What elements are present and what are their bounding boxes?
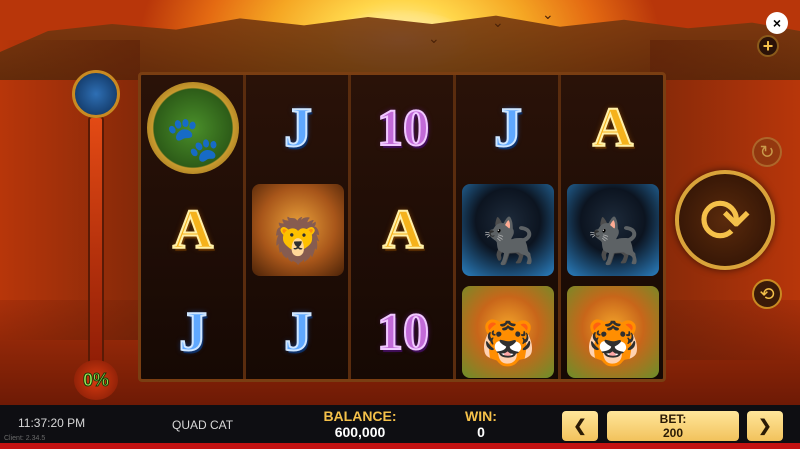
bet-decrease-button[interactable]: ❮ [562, 411, 598, 441]
reel-divider [348, 75, 351, 379]
reel-2-row-1-symbol: J [248, 79, 348, 177]
reel-3-row-2-symbol: A [353, 181, 453, 279]
autoplay-button[interactable]: ↻ [752, 137, 782, 167]
reel-3-row-1-symbol: 10 [353, 79, 453, 177]
panther-head-icon [72, 70, 120, 118]
symbol-t-label: 10 [376, 99, 430, 158]
reel-4-row-1-symbol: J [458, 79, 558, 177]
spin-button[interactable]: ⟳ [675, 170, 775, 270]
close-button[interactable]: × [766, 12, 788, 34]
client-version: Client: 2.34.5 [4, 435, 46, 442]
balance-display: BALANCE: 600,000 [318, 408, 402, 440]
bet-value: 200 [662, 426, 684, 440]
tiger-icon: 🐯 [462, 286, 554, 378]
win-label: WIN: [465, 408, 497, 424]
symbol-a-label: A [172, 198, 214, 262]
bottom-bar-accent [0, 443, 800, 449]
reel-grid: 🐾 A J J 🦁 J 10 A 10 J 🐈‍⬛ 🐯 A 🐈‍⬛ 🐯 [138, 72, 666, 382]
reel-4-row-3-symbol: 🐯 [458, 283, 558, 381]
paw-scatter-icon: 🐾 [147, 82, 239, 174]
symbol-t-label: 10 [376, 303, 430, 362]
bet-increase-button[interactable]: ❯ [747, 411, 783, 441]
symbol-j-label: J [178, 300, 208, 364]
panther-icon: 🐈‍⬛ [462, 184, 554, 276]
reel-2-row-3-symbol: J [248, 283, 348, 381]
game-title: QUAD CAT [172, 418, 234, 432]
reel-divider [558, 75, 561, 379]
tiger-icon: 🐯 [567, 286, 659, 378]
symbol-a-label: A [382, 198, 424, 262]
bet-display[interactable]: BET: 200 [607, 411, 739, 441]
symbol-j-label: J [493, 96, 523, 160]
balance-label: BALANCE: [323, 408, 397, 424]
bird-icon: ⌄ [428, 30, 440, 46]
menu-plus-button[interactable]: + [757, 35, 779, 57]
bird-icon: ⌄ [492, 14, 504, 30]
win-display: WIN: 0 [454, 408, 508, 440]
feature-meter: 0% [72, 70, 120, 400]
symbol-j-label: J [283, 96, 313, 160]
bird-icon: ⌄ [542, 6, 554, 22]
reel-5-row-2-symbol: 🐈‍⬛ [563, 181, 663, 279]
symbol-a-label: A [592, 96, 634, 160]
reel-divider [453, 75, 456, 379]
meter-percent: 0% [74, 360, 118, 400]
win-value: 0 [477, 424, 485, 440]
clock: 11:37:20 PM [18, 416, 86, 430]
panther-icon: 🐈‍⬛ [567, 184, 659, 276]
reel-divider [243, 75, 246, 379]
reel-2-row-2-symbol: 🦁 [248, 181, 348, 279]
reel-5-row-3-symbol: 🐯 [563, 283, 663, 381]
balance-value: 600,000 [334, 424, 386, 440]
meter-bar [88, 116, 104, 386]
reel-1-row-2-symbol: A [143, 181, 243, 279]
bet-label: BET: [659, 412, 687, 426]
lion-icon: 🦁 [252, 184, 344, 276]
reel-5-row-1-symbol: A [563, 79, 663, 177]
turbo-button[interactable]: ⟲ [752, 279, 782, 309]
symbol-j-label: J [283, 300, 313, 364]
reel-1-row-1-symbol: 🐾 [143, 79, 243, 177]
reel-1-row-3-symbol: J [143, 283, 243, 381]
reel-3-row-3-symbol: 10 [353, 283, 453, 381]
reel-4-row-2-symbol: 🐈‍⬛ [458, 181, 558, 279]
